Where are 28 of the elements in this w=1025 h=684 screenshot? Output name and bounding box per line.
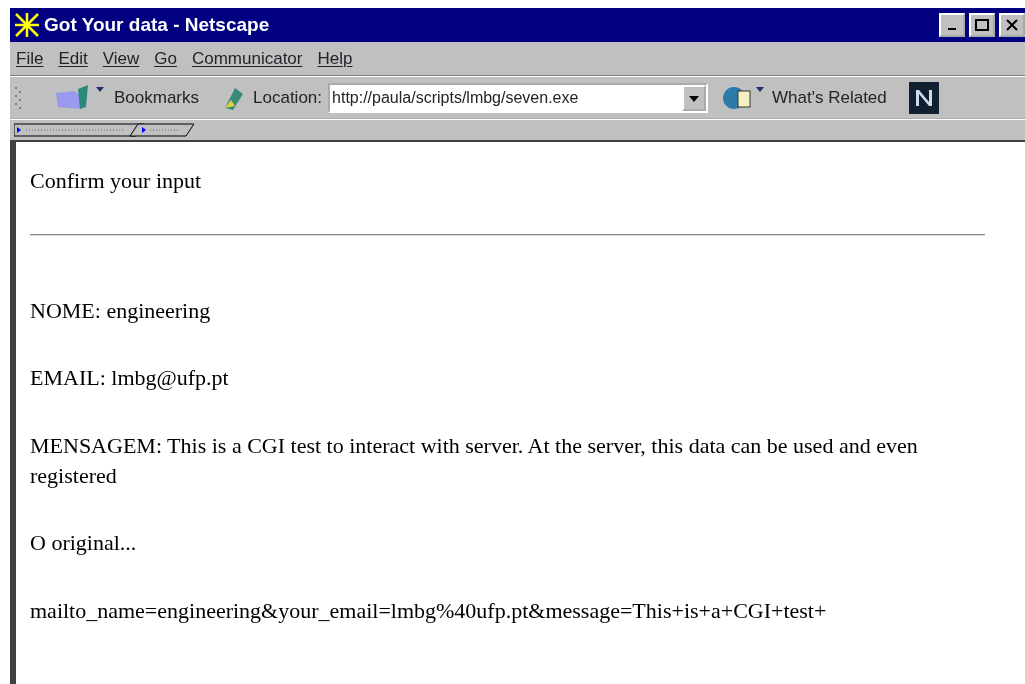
bookmarks-button[interactable]: Bookmarks	[114, 84, 200, 111]
menu-item[interactable]: View	[102, 45, 140, 72]
minimize-icon	[948, 28, 956, 30]
maximize-button[interactable]	[969, 13, 995, 37]
netscape-logo-icon	[908, 81, 939, 114]
location-label: Location:	[253, 86, 323, 109]
window-title: Got Your data - Netscape	[44, 12, 270, 37]
section-label: O original...	[30, 529, 138, 558]
whats-related-button[interactable]: What's Related	[772, 84, 887, 111]
close-button[interactable]	[999, 13, 1025, 37]
field-text: NOME: engineering	[30, 296, 212, 325]
field-text: MENSAGEM: This is a CGI test to interact with server. At the server, this data can be used and even registered	[30, 432, 919, 490]
caret-icon	[689, 96, 700, 103]
menu-item[interactable]: File	[16, 45, 44, 72]
minimize-button[interactable]	[939, 13, 965, 37]
menu-item[interactable]: Go	[154, 45, 177, 72]
app-icon	[14, 12, 40, 38]
menu-item[interactable]: Edit	[58, 45, 88, 72]
query-string: mailto_name=engineering&your_email=lmbg%40ufp.pt&message=This+is+a+CGI+test+	[30, 597, 828, 626]
dropdown-button[interactable]	[682, 84, 707, 111]
collapsed-toolbar-tabs-icon	[14, 123, 194, 137]
field-text: EMAIL: lmbg@ufp.pt	[30, 364, 230, 393]
close-icon	[1006, 19, 1018, 31]
maximize-icon	[975, 19, 989, 31]
menu-item[interactable]: Communicator	[191, 45, 303, 72]
menu-item[interactable]: Help	[317, 45, 353, 72]
location-field[interactable]: http://paula/scripts/lmbg/seven.exe	[328, 82, 709, 113]
page-heading: Confirm your input	[30, 167, 203, 195]
